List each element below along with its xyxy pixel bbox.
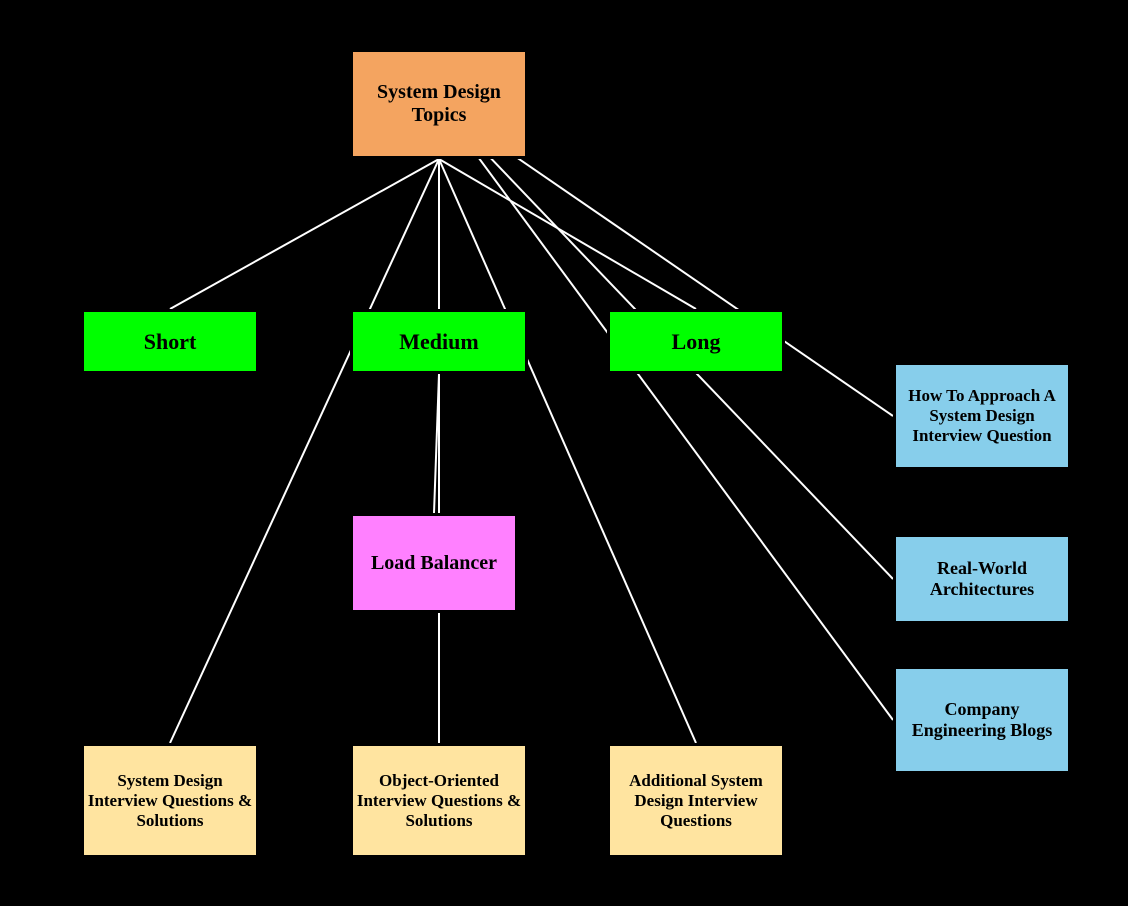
system-design-topics-node[interactable]: System Design Topics: [350, 49, 528, 159]
additional-system-design-node[interactable]: Additional System Design Interview Quest…: [607, 743, 785, 858]
short-node[interactable]: Short: [81, 309, 259, 374]
object-oriented-interview-questions-node[interactable]: Object-Oriented Interview Questions & So…: [350, 743, 528, 858]
medium-node[interactable]: Medium: [350, 309, 528, 374]
real-world-architectures-node[interactable]: Real-World Architectures: [893, 534, 1071, 624]
load-balancer-node[interactable]: Load Balancer: [350, 513, 518, 613]
long-node[interactable]: Long: [607, 309, 785, 374]
how-to-approach-node[interactable]: How To Approach A System Design Intervie…: [893, 362, 1071, 470]
system-design-interview-questions-node[interactable]: System Design Interview Questions & Solu…: [81, 743, 259, 858]
company-engineering-blogs-node[interactable]: Company Engineering Blogs: [893, 666, 1071, 774]
